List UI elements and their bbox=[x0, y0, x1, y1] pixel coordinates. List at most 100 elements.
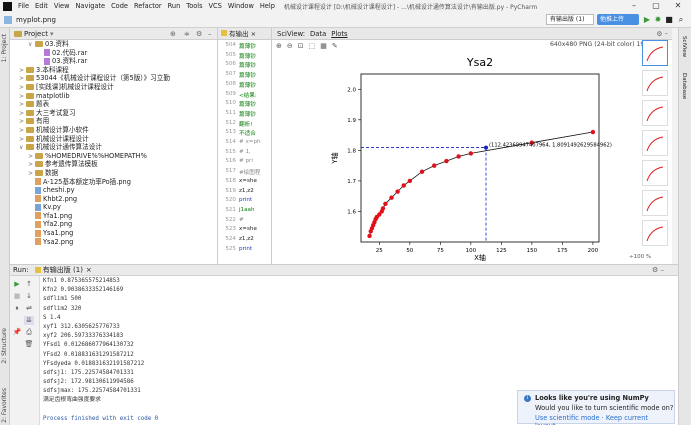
delete-icon[interactable]: 🗑 bbox=[24, 340, 34, 349]
debug-icon[interactable]: ✹ bbox=[653, 14, 663, 25]
menu-code[interactable]: Code bbox=[108, 2, 131, 10]
upload-button[interactable]: 他推上传 bbox=[597, 14, 639, 25]
tree-item[interactable]: > matplotlib bbox=[10, 92, 218, 101]
tree-item[interactable]: Ysa2.png bbox=[10, 238, 218, 247]
structure-side-tab[interactable]: 2: Structure bbox=[1, 328, 8, 364]
gear-icon[interactable]: ⚙ – bbox=[652, 266, 664, 274]
plot-thumbnail[interactable] bbox=[642, 40, 668, 66]
editor-tab[interactable]: 有输出 × bbox=[218, 28, 271, 40]
plot-thumbnail[interactable] bbox=[642, 100, 668, 126]
breadcrumb[interactable]: myplot.png bbox=[16, 16, 56, 24]
expand-arrow-icon[interactable]: > bbox=[19, 118, 26, 126]
favorites-side-tab[interactable]: 2: Favorites bbox=[1, 388, 8, 423]
actual-size-icon[interactable]: ⊡ bbox=[298, 42, 304, 50]
tree-item[interactable]: > %HOMEDRIVE%%HOMEPATH% bbox=[10, 152, 218, 161]
tree-item[interactable]: > 参考遗传算法模板 bbox=[10, 160, 218, 169]
menu-view[interactable]: View bbox=[51, 2, 73, 10]
expand-arrow-icon[interactable]: ∨ bbox=[19, 144, 26, 152]
menu-tools[interactable]: Tools bbox=[183, 2, 205, 10]
soft-wrap-icon[interactable]: ⇌ bbox=[24, 304, 34, 313]
tab-plots[interactable]: Plots bbox=[331, 30, 347, 38]
scroll-up-icon[interactable]: ↑ bbox=[24, 280, 34, 289]
tree-item[interactable]: Ysa1.png bbox=[10, 229, 218, 238]
tree-item[interactable]: 03.资料.rar bbox=[10, 57, 218, 66]
plot-thumbnail[interactable] bbox=[642, 160, 668, 186]
run-icon[interactable]: ▶ bbox=[642, 14, 652, 25]
run-tab[interactable]: 有输出版 (1) bbox=[43, 265, 83, 275]
tree-item[interactable]: > 大三考试复习 bbox=[10, 109, 218, 118]
zoom-out-icon[interactable]: ⊖ bbox=[287, 42, 293, 50]
menu-window[interactable]: Window bbox=[225, 2, 257, 10]
minimize-button[interactable]: – bbox=[623, 0, 645, 12]
expand-arrow-icon[interactable]: > bbox=[28, 170, 35, 178]
expand-arrow-icon[interactable]: > bbox=[19, 101, 26, 109]
tree-item[interactable]: ∨ 03.资料 bbox=[10, 40, 218, 49]
tree-item[interactable]: >3.本科课程 bbox=[10, 66, 218, 75]
database-side-tab[interactable]: Database bbox=[681, 73, 687, 99]
project-side-tab[interactable]: 1: Project bbox=[1, 34, 8, 62]
expand-arrow-icon[interactable]: > bbox=[19, 67, 26, 75]
scroll-down-icon[interactable]: ↓ bbox=[24, 292, 34, 301]
tree-item[interactable]: > 机械设计算小软件 bbox=[10, 126, 218, 135]
collapse-icon[interactable]: ≑ bbox=[184, 30, 190, 38]
menu-file[interactable]: File bbox=[15, 2, 32, 10]
locate-icon[interactable]: ⊕ bbox=[170, 30, 176, 38]
menu-refactor[interactable]: Refactor bbox=[131, 2, 165, 10]
hide-icon[interactable]: – bbox=[208, 30, 212, 38]
zoom-in-icon[interactable]: ⊕ bbox=[276, 42, 282, 50]
gear-icon[interactable]: ⚙ bbox=[196, 30, 202, 38]
expand-arrow-icon[interactable]: > bbox=[19, 136, 26, 144]
tree-item[interactable]: Yfa1.png bbox=[10, 212, 218, 221]
scroll-to-end-icon[interactable]: ⇊ bbox=[24, 316, 34, 325]
tree-item[interactable]: > 机械设计课程设计 bbox=[10, 135, 218, 144]
fit-icon[interactable]: ⬚ bbox=[309, 42, 316, 50]
console-output[interactable]: Kfn1 0.875365575214853 Kfn2 0.90386333521… bbox=[43, 277, 158, 424]
gear-icon[interactable]: ⚙ – bbox=[656, 30, 668, 38]
pencil-icon[interactable]: ✎ bbox=[332, 42, 338, 50]
tree-item[interactable]: Yfa2.png bbox=[10, 220, 218, 229]
tree-item[interactable]: Kv.py bbox=[10, 203, 218, 212]
menu-vcs[interactable]: VCS bbox=[206, 2, 225, 10]
tree-item[interactable]: > 有用 bbox=[10, 117, 218, 126]
stop-icon[interactable]: ■ bbox=[664, 14, 674, 25]
tree-item[interactable]: >53044《机械设计课程设计（第5版）》习立勤 bbox=[10, 74, 218, 83]
pause-icon[interactable]: ⏸ bbox=[12, 304, 22, 313]
expand-arrow-icon[interactable]: > bbox=[19, 84, 26, 92]
maximize-button[interactable]: ▢ bbox=[645, 0, 667, 12]
tree-item[interactable]: Khbt2.png bbox=[10, 195, 218, 204]
tree-item[interactable]: cheshi.py bbox=[10, 186, 218, 195]
tree-item[interactable]: > [实践课]机械设计课程设计 bbox=[10, 83, 218, 92]
menu-edit[interactable]: Edit bbox=[32, 2, 51, 10]
expand-arrow-icon[interactable]: > bbox=[19, 127, 26, 135]
expand-arrow-icon[interactable]: > bbox=[28, 153, 35, 161]
rerun-icon[interactable]: ▶ bbox=[12, 280, 22, 289]
plot-thumbnail[interactable] bbox=[642, 220, 668, 246]
plot-thumbnail[interactable] bbox=[642, 190, 668, 216]
tab-data[interactable]: Data bbox=[310, 30, 326, 38]
menu-run[interactable]: Run bbox=[165, 2, 184, 10]
plot-thumbnail[interactable] bbox=[642, 70, 668, 96]
close-button[interactable]: ✕ bbox=[667, 0, 689, 12]
expand-arrow-icon[interactable]: > bbox=[19, 110, 26, 118]
chevron-down-icon[interactable]: ▾ bbox=[50, 30, 54, 38]
menu-navigate[interactable]: Navigate bbox=[72, 2, 108, 10]
run-config-select[interactable]: 有输出版 (1) bbox=[546, 14, 594, 25]
code-editor[interactable]: 有输出 × 504 505 506 507 508 509 510 511 512 513 514 5… bbox=[218, 28, 272, 264]
plot-thumbnail[interactable] bbox=[642, 130, 668, 156]
close-tab-icon[interactable]: × bbox=[86, 266, 92, 274]
tree-item[interactable]: A-125基本额定功率Po插.png bbox=[10, 178, 218, 187]
search-everywhere-icon[interactable]: ⌕ bbox=[676, 14, 686, 25]
grid-icon[interactable]: ▦ bbox=[320, 42, 327, 50]
project-title[interactable]: Project bbox=[24, 30, 48, 38]
tree-item[interactable]: 02.代码.rar bbox=[10, 49, 218, 58]
tree-item[interactable]: > 题表 bbox=[10, 100, 218, 109]
menu-help[interactable]: Help bbox=[257, 2, 278, 10]
pin-icon[interactable]: 📌 bbox=[12, 328, 22, 337]
tree-item[interactable]: > 数据 bbox=[10, 169, 218, 178]
expand-arrow-icon[interactable]: > bbox=[19, 93, 26, 101]
notification-links[interactable]: Use scientific mode · Keep current layou… bbox=[535, 414, 674, 425]
expand-arrow-icon[interactable]: ∨ bbox=[28, 41, 35, 49]
expand-arrow-icon[interactable]: > bbox=[19, 75, 26, 83]
expand-arrow-icon[interactable]: > bbox=[28, 161, 35, 169]
stop-icon[interactable]: ■ bbox=[12, 292, 22, 301]
